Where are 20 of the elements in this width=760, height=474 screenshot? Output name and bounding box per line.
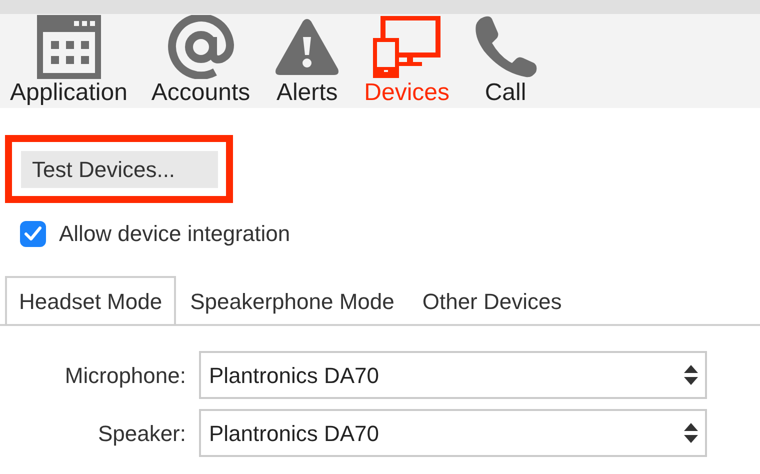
tab[interactable]: Other Devices xyxy=(408,276,576,326)
field-label: Microphone: xyxy=(64,362,186,390)
checkmark-icon xyxy=(24,226,42,242)
toolbar-item[interactable]: Accounts xyxy=(151,14,250,108)
stepper-arrows-icon xyxy=(683,363,699,387)
test-devices-button[interactable]: Test Devices... xyxy=(21,150,218,188)
toolbar-item[interactable]: Call xyxy=(474,14,538,108)
tab[interactable]: Speakerphone Mode xyxy=(176,276,408,326)
field-label: Speaker: xyxy=(96,420,186,448)
warning-icon xyxy=(274,17,340,77)
dropdown[interactable]: Plantronics DA70 xyxy=(199,409,707,457)
checkbox[interactable] xyxy=(20,220,46,246)
checkbox-label: Allow device integration xyxy=(59,220,290,248)
toolbar-item[interactable]: Alerts xyxy=(274,14,340,108)
toolbar-item[interactable]: Application xyxy=(10,14,128,108)
tab[interactable]: Headset Mode xyxy=(5,276,176,326)
stepper-arrows-icon xyxy=(683,421,699,445)
at-sign-icon xyxy=(166,15,235,79)
dropdown[interactable]: Plantronics DA70 xyxy=(199,351,707,399)
phone-icon xyxy=(474,15,538,79)
